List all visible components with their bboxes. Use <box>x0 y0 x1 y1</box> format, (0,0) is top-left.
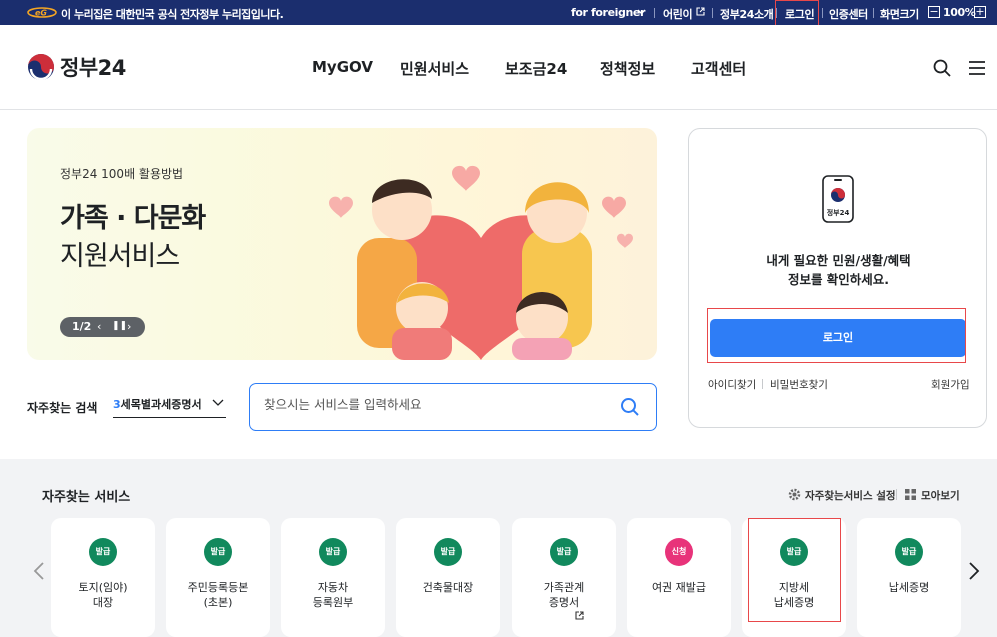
nav-subsidy24[interactable]: 보조금24 <box>505 58 567 79</box>
signup-link[interactable]: 회원가입 <box>931 377 970 392</box>
gov-notice: 이 누리집은 대한민국 공식 전자정부 누리집입니다. <box>61 8 284 21</box>
kids-link[interactable]: 어린이 <box>663 6 693 22</box>
highlight-box <box>707 308 966 363</box>
next-arrow-icon[interactable]: › <box>127 320 131 333</box>
hero-title: 가족 · 다문화 <box>60 203 206 234</box>
select-value: 세목별과세증명서 <box>120 398 202 411</box>
service-card-family-certificate[interactable]: 발급 가족관계 증명서 <box>512 518 616 637</box>
service-settings-link[interactable]: 자주찾는서비스 설정 <box>805 488 896 503</box>
issue-badge: 발급 <box>895 538 923 566</box>
issue-badge: 발급 <box>434 538 462 566</box>
search-input[interactable] <box>264 397 604 412</box>
service-label: 주민등록등본 (초본) <box>187 581 249 609</box>
carousel-next-icon[interactable] <box>968 561 980 581</box>
cert-center-link[interactable]: 인증센터 <box>829 6 868 22</box>
rank-number: 3 <box>113 398 121 411</box>
banner-pager: 1/2 ‹ ❚❚ › <box>60 317 145 337</box>
find-password-link[interactable]: 비밀번호찾기 <box>770 377 828 392</box>
menu-icon[interactable] <box>967 58 987 78</box>
prev-arrow-icon[interactable]: ‹ <box>97 320 101 333</box>
issue-badge: 발급 <box>89 538 117 566</box>
login-message: 내게 필요한 민원/생활/혜택 <box>766 253 911 268</box>
frequent-search-select[interactable]: 3세목별과세증명서 <box>113 396 226 418</box>
zoom-level: 100% <box>943 6 976 19</box>
external-link-icon <box>575 611 584 620</box>
service-label: 토지(임야) 대장 <box>78 581 128 609</box>
service-label: 건축물대장 <box>422 581 474 594</box>
service-label: 납세증명 <box>888 581 930 594</box>
login-message-line2: 정보를 확인하세요. <box>787 272 890 287</box>
frequent-search-label: 자주찾는 검색 <box>27 401 98 415</box>
apply-badge: 신청 <box>665 538 693 566</box>
search-icon[interactable] <box>932 58 952 78</box>
issue-badge: 발급 <box>550 538 578 566</box>
view-all-link[interactable]: 모아보기 <box>921 488 960 503</box>
service-label: 여권 재발급 <box>651 581 707 594</box>
taegeuk-logo-icon[interactable] <box>27 53 55 81</box>
pause-icon[interactable]: ❚❚ <box>112 321 127 331</box>
chevron-down-icon <box>637 9 646 15</box>
site-header: 정부24 MyGOV 민원서비스 보조금24 정책정보 고객센터 <box>0 25 997 110</box>
service-label: 가족관계 증명서 <box>543 581 585 609</box>
section-title: 자주찾는 서비스 <box>42 490 131 505</box>
nav-customer-center[interactable]: 고객센터 <box>691 58 746 79</box>
nav-mygov[interactable]: MyGOV <box>312 58 373 76</box>
utility-bar: eG 이 누리집은 대한민국 공식 전자정부 누리집입니다. for forei… <box>0 0 997 31</box>
external-link-icon <box>696 7 705 16</box>
hero-subtitle: 정부24 100배 활용방법 <box>60 167 184 181</box>
divider <box>654 8 655 18</box>
issue-badge: 발급 <box>319 538 347 566</box>
frequent-services-section: 자주찾는 서비스 자주찾는서비스 설정 모아보기 발급 토지(임야) 대장 발급… <box>0 459 997 637</box>
search-icon[interactable] <box>620 397 640 417</box>
service-card-tax-certificate[interactable]: 발급 납세증명 <box>857 518 961 637</box>
egov-logo-icon: eG <box>27 7 57 18</box>
phone-label: 정부24 <box>827 208 850 217</box>
zoom-out-button[interactable]: − <box>928 6 940 18</box>
service-card-passport-reissue[interactable]: 신청 여권 재발급 <box>627 518 731 637</box>
intro-link[interactable]: 정부24소개 <box>720 6 774 22</box>
nav-policy-info[interactable]: 정책정보 <box>600 58 655 79</box>
svg-text:eG: eG <box>35 9 47 18</box>
carousel-prev-icon[interactable] <box>33 561 45 581</box>
divider <box>762 379 763 389</box>
login-panel: 정부24 내게 필요한 민원/생활/혜택 정보를 확인하세요. 로그인 아이디찾… <box>688 128 987 428</box>
highlight-box <box>748 518 841 622</box>
gear-icon <box>788 488 801 501</box>
service-card-building-register[interactable]: 발급 건축물대장 <box>396 518 500 637</box>
chevron-down-icon <box>212 399 224 406</box>
search-box <box>249 383 657 431</box>
service-card-land-register[interactable]: 발급 토지(임야) 대장 <box>51 518 155 637</box>
service-card-vehicle-register[interactable]: 발급 자동차 등록원부 <box>281 518 385 637</box>
service-card-resident-register[interactable]: 발급 주민등록등본 (초본) <box>166 518 270 637</box>
family-illustration <box>329 165 633 360</box>
divider <box>712 8 713 18</box>
foreigner-link[interactable]: for foreigner <box>571 6 645 19</box>
nav-civil-service[interactable]: 민원서비스 <box>400 58 469 79</box>
hero-title-sub: 지원서비스 <box>60 241 180 272</box>
pager-count: 1/2 <box>72 320 92 333</box>
divider <box>896 489 897 500</box>
issue-badge: 발급 <box>204 538 232 566</box>
mobile-id-icon: 정부24 <box>822 175 854 223</box>
find-id-link[interactable]: 아이디찾기 <box>708 377 756 392</box>
grid-icon <box>905 489 916 500</box>
hero-banner[interactable]: 정부24 100배 활용방법 가족 · 다문화 지원서비스 1/2 ‹ ❚❚ › <box>27 128 657 360</box>
zoom-in-button[interactable]: + <box>974 6 986 18</box>
screen-size-label: 화면크기 <box>880 8 919 21</box>
site-logo[interactable]: 정부24 <box>60 52 126 82</box>
service-label: 자동차 등록원부 <box>312 581 354 609</box>
divider <box>873 8 874 18</box>
divider <box>822 8 823 18</box>
